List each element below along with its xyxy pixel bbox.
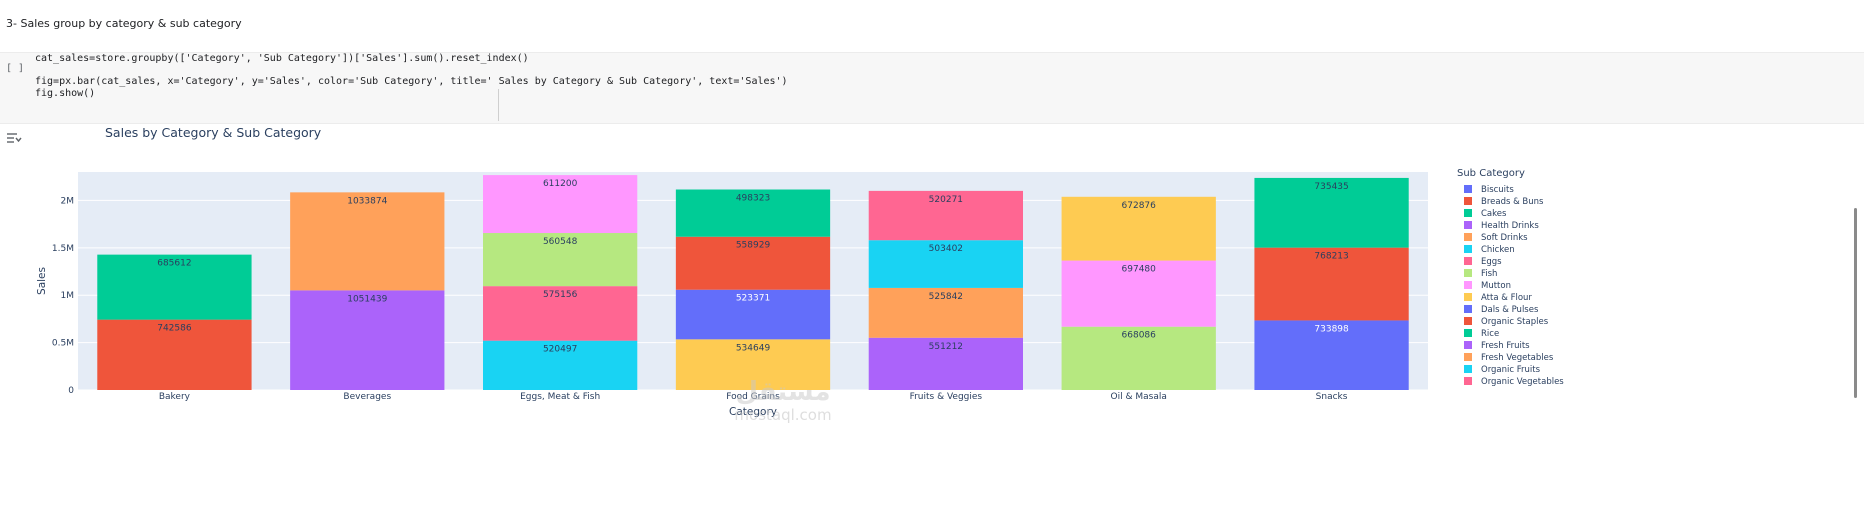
legend-swatch[interactable]	[1464, 269, 1472, 277]
bar-data-label: 560548	[543, 237, 578, 247]
bar-data-label: 668086	[1122, 331, 1157, 341]
legend-item-label[interactable]: Organic Staples	[1481, 317, 1549, 327]
legend-item-label[interactable]: Organic Vegetables	[1481, 377, 1564, 387]
y-tick-label: 1.5M	[52, 244, 74, 254]
bar-data-label: 558929	[736, 241, 771, 251]
legend-item-label[interactable]: Fresh Fruits	[1481, 341, 1530, 351]
bar-data-label: 1051439	[347, 294, 387, 304]
x-tick-label: Eggs, Meat & Fish	[520, 392, 600, 402]
code-line-3[interactable]: fig.show()	[35, 88, 95, 99]
legend-swatch[interactable]	[1464, 317, 1472, 325]
legend-item-label[interactable]: Fresh Vegetables	[1481, 353, 1554, 363]
legend-item-label[interactable]: Chicken	[1481, 245, 1515, 255]
stacked-bar-chart: Sales by Category & Sub Category 0 0.5M 1M 1…	[36, 128, 1564, 424]
legend-item-label[interactable]: Health Drinks	[1481, 221, 1539, 231]
bar-segment[interactable]	[290, 192, 445, 291]
legend-item-label[interactable]: Organic Fruits	[1481, 365, 1541, 375]
legend-swatch[interactable]	[1464, 377, 1472, 385]
legend-item-label[interactable]: Soft Drinks	[1481, 233, 1528, 243]
bar-segment[interactable]	[290, 290, 445, 390]
bar-data-label: 551212	[929, 342, 963, 352]
bar-data-label: 1033874	[347, 196, 387, 206]
bar-data-label: 534649	[736, 343, 771, 353]
x-tick-label: Oil & Masala	[1111, 392, 1167, 402]
y-tick-label: 1M	[61, 291, 75, 301]
bar-data-label: 697480	[1122, 265, 1157, 275]
bar-data-label: 498323	[736, 194, 770, 204]
bar-data-label: 575156	[543, 290, 578, 300]
x-tick-label: Bakery	[159, 392, 191, 402]
bar-data-label: 523371	[736, 294, 770, 304]
y-tick-label: 2M	[61, 196, 75, 206]
y-tick-label: 0	[68, 386, 74, 396]
legend-swatch[interactable]	[1464, 197, 1472, 205]
code-cell[interactable]: [ ] cat_sales=store.groupby(['Category',…	[0, 52, 1864, 124]
legend-swatch[interactable]	[1464, 329, 1472, 337]
section-title: 3- Sales group by category & sub categor…	[6, 17, 242, 30]
bar-data-label: 525842	[929, 292, 963, 302]
legend-swatch[interactable]	[1464, 353, 1472, 361]
legend-swatch[interactable]	[1464, 209, 1472, 217]
legend-item-label[interactable]: Breads & Buns	[1481, 197, 1544, 207]
bar-data-label: 733898	[1314, 324, 1349, 334]
y-tick-label: 0.5M	[52, 339, 74, 349]
legend-item-label[interactable]: Rice	[1481, 329, 1499, 339]
x-tick-label: Snacks	[1316, 392, 1348, 402]
bar-data-label: 685612	[157, 259, 191, 269]
legend-swatch[interactable]	[1464, 341, 1472, 349]
watermark-text: mostaql.com	[734, 406, 831, 424]
code-line-1[interactable]: cat_sales=store.groupby(['Category', 'Su…	[35, 53, 529, 64]
bar-data-label: 611200	[543, 179, 578, 189]
legend-swatch[interactable]	[1464, 365, 1472, 373]
legend-title: Sub Category	[1457, 168, 1525, 179]
legend-item-label[interactable]: Cakes	[1481, 209, 1507, 219]
legend-item-label[interactable]: Dals & Pulses	[1481, 305, 1539, 315]
x-tick-label: Fruits & Veggies	[910, 392, 983, 402]
bar-data-label: 768213	[1314, 252, 1348, 262]
run-cell-button[interactable]: [ ]	[6, 63, 24, 74]
legend-swatch[interactable]	[1464, 281, 1472, 289]
legend-item-label[interactable]: Fish	[1481, 269, 1497, 279]
legend-item-label[interactable]: Eggs	[1481, 257, 1502, 267]
watermark-arabic: مستقل	[735, 377, 830, 407]
bar-data-label: 520497	[543, 345, 577, 355]
bar-data-label: 672876	[1122, 201, 1157, 211]
bar-data-label: 742586	[157, 324, 192, 334]
x-tick-label: Beverages	[343, 392, 391, 402]
legend-swatch[interactable]	[1464, 233, 1472, 241]
legend-item-label[interactable]: Biscuits	[1481, 185, 1514, 195]
y-axis-label: Sales	[36, 267, 48, 295]
legend-swatch[interactable]	[1464, 293, 1472, 301]
bar-data-label: 735435	[1314, 182, 1348, 192]
legend-swatch[interactable]	[1464, 257, 1472, 265]
legend-swatch[interactable]	[1464, 245, 1472, 253]
code-line-2[interactable]: fig=px.bar(cat_sales, x='Category', y='S…	[35, 76, 788, 87]
legend-item-label[interactable]: Atta & Flour	[1481, 293, 1532, 303]
legend-swatch[interactable]	[1464, 221, 1472, 229]
bar-data-label: 520271	[929, 195, 963, 205]
legend-scrollbar[interactable]	[1854, 208, 1857, 398]
legend-swatch[interactable]	[1464, 305, 1472, 313]
legend-swatch[interactable]	[1464, 185, 1472, 193]
chart-title: Sales by Category & Sub Category	[105, 128, 322, 140]
bar-data-label: 503402	[929, 244, 963, 254]
text-cursor	[498, 89, 499, 121]
legend-item-label[interactable]: Mutton	[1481, 281, 1511, 291]
